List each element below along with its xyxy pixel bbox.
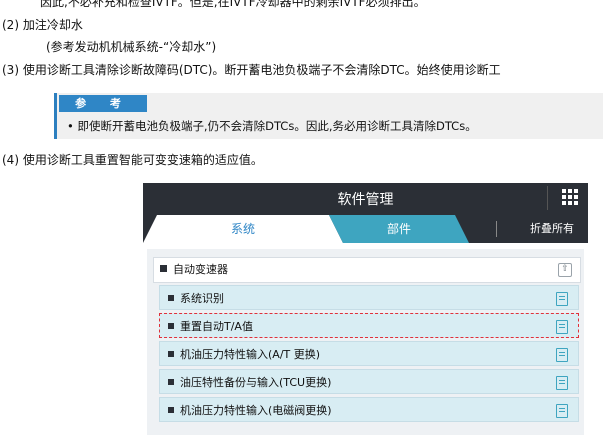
list-item-oil-pressure-at-replace[interactable]: 机油压力特性输入(A/T 更换) [159, 341, 579, 366]
bullet-square-icon [168, 295, 174, 301]
reference-note: 参 考 • 即使断开蓄电池负极端子,仍不会清除DTCs。因此,务必用诊断工具清除… [54, 93, 603, 139]
tab-system[interactable]: 系统 [143, 215, 343, 243]
list-item-oil-pressure-tcu-replace[interactable]: 油压特性备份与输入(TCU更换) [159, 369, 579, 394]
collapse-up-icon[interactable]: ⇧ [558, 263, 572, 277]
reference-line: (参考发动机机械系统-“冷却水”) [46, 40, 217, 54]
bullet-square-icon [168, 351, 174, 357]
bullet-square-icon [168, 379, 174, 385]
document-icon[interactable] [556, 292, 568, 306]
list-item-label: 机油压力特性输入(电磁阀更换) [180, 404, 332, 417]
group-automatic-transmission[interactable]: 自动变速器 ⇧ [153, 257, 581, 283]
step-4-text: (4) 使用诊断工具重置智能可变变速箱的适应值。 [2, 153, 263, 167]
document-icon[interactable] [556, 320, 568, 334]
document-icon[interactable] [556, 376, 568, 390]
bullet-square-icon [168, 407, 174, 413]
group-title: 自动变速器 [173, 263, 228, 276]
document-icon[interactable] [556, 348, 568, 362]
text-line-1: 因此,不必补充和检查IVTF。但是,在IVTF冷却器中的剩余IVTF必须排出。 [40, 0, 426, 9]
item-list-area: 自动变速器 ⇧ 系统识别 重置自动T/A值 机油压力特性输入(A/T 更换) 油… [147, 249, 584, 435]
list-item-system-identification[interactable]: 系统识别 [159, 285, 579, 310]
tab-divider [496, 221, 497, 237]
bullet-square-icon [168, 323, 174, 329]
tab-bar: 系统 部件 折叠所有 [143, 213, 588, 243]
collapse-all-button[interactable]: 折叠所有 [530, 215, 574, 243]
document-icon[interactable] [556, 404, 568, 418]
list-item-label: 机油压力特性输入(A/T 更换) [180, 348, 321, 361]
list-item-label: 油压特性备份与输入(TCU更换) [180, 376, 332, 389]
header-divider [547, 186, 548, 210]
note-text: • 即使断开蓄电池负极端子,仍不会清除DTCs。因此,务必用诊断工具清除DTCs… [67, 119, 477, 133]
list-item-label: 系统识别 [180, 292, 224, 305]
software-management-panel: 软件管理 系统 部件 折叠所有 自动变速器 ⇧ 系统识别 重置自动T/A值 机油… [143, 183, 588, 437]
grid-menu-icon[interactable] [562, 189, 578, 205]
list-item-reset-ta-values[interactable]: 重置自动T/A值 [159, 313, 579, 338]
panel-header: 软件管理 [143, 183, 588, 213]
bullet-square-icon [160, 265, 167, 272]
step-3-text: (3) 使用诊断工具清除诊断故障码(DTC)。断开蓄电池负极端子不会清除DTC。… [2, 63, 501, 77]
note-label: 参 考 [59, 95, 147, 112]
list-item-label: 重置自动T/A值 [180, 320, 253, 333]
list-item-oil-pressure-solenoid-replace[interactable]: 机油压力特性输入(电磁阀更换) [159, 397, 579, 422]
tab-parts[interactable]: 部件 [329, 215, 469, 243]
step-2-heading: (2) 加注冷却水 [2, 18, 83, 32]
panel-title: 软件管理 [337, 192, 394, 208]
